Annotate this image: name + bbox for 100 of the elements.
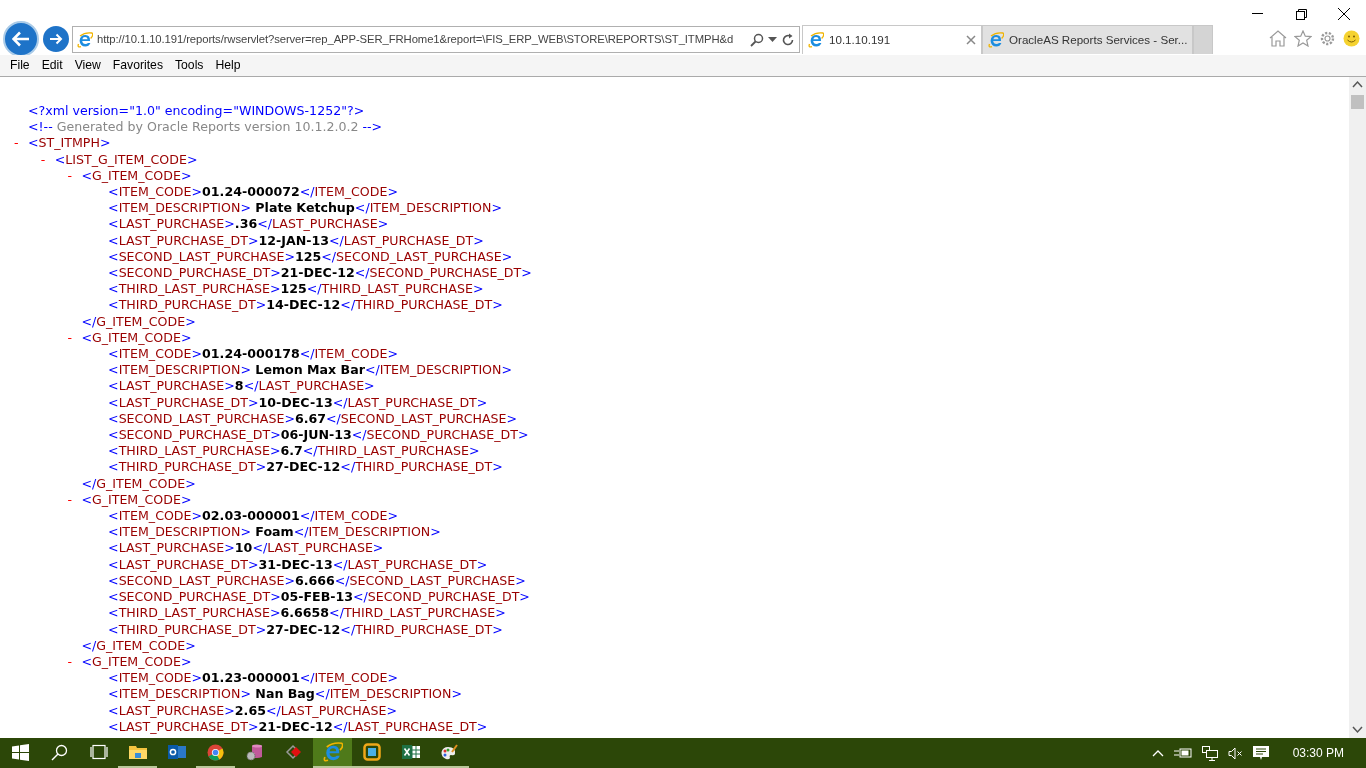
round-logo-icon [207,743,224,761]
xml-close-tag: </ITEM_CODE> [299,184,398,201]
xml-value: 06-JUN-13 [280,427,352,444]
xml-open-tag: <LAST_PURCHASE> [108,378,235,395]
diamond-icon [284,744,303,760]
xml-value: 125 [294,248,322,266]
xml-close-tag: </SECOND_LAST_PURCHASE> [321,248,513,266]
close-icon[interactable] [1338,8,1351,20]
xml-open-tag: <ITEM_DESCRIPTION> [108,200,251,217]
xml-open-tag: <THIRD_PURCHASE_DT> [108,297,267,314]
collapse-toggle[interactable]: - [14,135,28,152]
menu-item[interactable]: View [68,56,107,75]
xml-open-tag: <SECOND_PURCHASE_DT> [108,427,281,444]
xml-value: 125 [280,281,307,298]
xml-value: 27-DEC-12 [266,621,341,638]
restore-icon[interactable] [1295,8,1307,20]
xml-close-tag: </LAST_PURCHASE> [243,378,375,395]
page-icon [77,31,93,48]
xml-value: 2.65 [234,702,266,719]
back-button[interactable] [3,21,39,57]
xml-open-tag: <ITEM_DESCRIPTION> [108,524,251,541]
xml-close-tag: </SECOND_PURCHASE_DT> [354,265,532,282]
menu-item[interactable]: File [4,56,36,75]
xml-open-tag: <ITEM_CODE> [108,670,203,687]
xml-open-tag: <ITEM_DESCRIPTION> [108,362,251,379]
forward-button[interactable] [43,26,69,52]
minimize-icon[interactable] [1252,13,1264,15]
xml-open-tag: <LAST_PURCHASE_DT> [108,718,259,735]
xml-value: Plate Ketchup [254,200,355,217]
xml-close-tag: </LAST_PURCHASE_DT> [332,394,488,411]
collapse-toggle[interactable]: - [67,329,82,347]
xml-close-tag: </SECOND_PURCHASE_DT> [353,589,530,606]
refresh-icon[interactable] [781,32,795,47]
xml-open-tag: <THIRD_LAST_PURCHASE> [108,443,281,460]
xml-open-tag: <G_ITEM_CODE> [81,167,192,184]
caret-icon[interactable] [768,36,777,43]
spreadsheet-icon [401,744,420,760]
xml-value: 10-DEC-13 [258,394,333,411]
xml-value: 27-DEC-12 [266,459,341,476]
settings-icon[interactable] [1319,30,1336,47]
xml-close-tag: </THIRD_LAST_PURCHASE> [306,281,484,298]
scroll-thumb[interactable] [1351,95,1364,109]
square-app-icon [362,743,381,761]
star-icon[interactable] [1294,30,1312,47]
xml-open-tag: <LAST_PURCHASE_DT> [108,556,259,573]
letter-e-icon [322,742,343,762]
collapse-toggle[interactable]: - [67,653,82,671]
menu-item[interactable]: Favorites [106,56,169,75]
xml-comment: <!-- Generated by Oracle Reports version 10.1.2.0.2 --> [28,119,383,136]
xml-open-tag: <LAST_PURCHASE_DT> [108,394,259,411]
xml-value: 8 [234,378,244,395]
xml-close-tag: </ITEM_CODE> [299,508,398,525]
page-icon [808,32,824,48]
search-icon[interactable] [750,32,764,47]
xml-close-tag: </THIRD_LAST_PURCHASE> [329,605,506,622]
xml-open-tag: <LAST_PURCHASE> [108,702,235,719]
xml-close-tag: </LAST_PURCHASE_DT> [329,232,484,249]
xml-close-tag: </THIRD_PURCHASE_DT> [340,621,503,638]
xml-open-tag: <G_ITEM_CODE> [81,491,192,509]
xml-close-tag: </G_ITEM_CODE> [81,313,196,330]
browser-tab[interactable]: OracleAS Reports Services - Ser... [982,25,1194,54]
chevron-up-icon[interactable] [1151,749,1164,757]
xml-close-tag: </ITEM_CODE> [299,670,398,687]
notification-icon[interactable] [1252,745,1269,761]
close-tab-icon[interactable] [966,35,976,45]
xml-close-tag: </LAST_PURCHASE_DT> [332,718,488,735]
xml-value: 21-DEC-12 [280,265,355,282]
network-icon[interactable] [1201,745,1218,761]
search-icon [51,743,68,761]
xml-open-tag: <ST_ITMPH> [28,135,111,152]
xml-close-tag: </ITEM_CODE> [299,346,398,363]
clock[interactable]: 03:30 PM [1292,744,1344,762]
xml-open-tag: <ITEM_CODE> [108,184,203,201]
xml-value: .36 [234,216,258,233]
xml-open-tag: <SECOND_PURCHASE_DT> [108,589,281,606]
battery-plug-icon[interactable] [1173,747,1192,759]
forward-arrow-icon [49,33,63,45]
collapse-toggle[interactable]: - [67,167,82,184]
smiley-icon[interactable] [1343,30,1360,47]
xml-close-tag: </ITEM_DESCRIPTION> [314,686,462,703]
xml-close-tag: </THIRD_PURCHASE_DT> [340,459,503,476]
address-field[interactable]: http://10.1.10.191/reports/rwservlet?server=rep_APP-SER_FRHome1&report=\FIS_ERP_WEB\STORE\REPORTS\ST_ITMPH&d [72,26,800,53]
browser-tab[interactable]: 10.1.10.191 [802,25,982,54]
xml-close-tag: </SECOND_LAST_PURCHASE> [326,410,518,428]
mute-icon[interactable] [1227,746,1243,760]
task-view-icon [88,744,109,760]
xml-close-tag: </THIRD_LAST_PURCHASE> [302,443,480,460]
xml-open-tag: <SECOND_PURCHASE_DT> [108,265,281,282]
xml-open-tag: <THIRD_PURCHASE_DT> [108,459,267,476]
collapse-toggle[interactable]: - [40,151,55,168]
menu-item[interactable]: Edit [35,56,69,75]
xml-value: Nan Bag [254,686,315,703]
menu-item[interactable]: Help [209,56,247,75]
collapse-toggle[interactable]: - [67,491,82,509]
scrollbar[interactable] [1349,77,1366,738]
menu-item[interactable]: Tools [169,56,210,75]
xml-open-tag: <SECOND_LAST_PURCHASE> [108,410,295,428]
home-icon[interactable] [1269,30,1287,47]
xml-open-tag: <G_ITEM_CODE> [81,329,192,347]
xml-open-tag: <LAST_PURCHASE> [108,540,235,557]
